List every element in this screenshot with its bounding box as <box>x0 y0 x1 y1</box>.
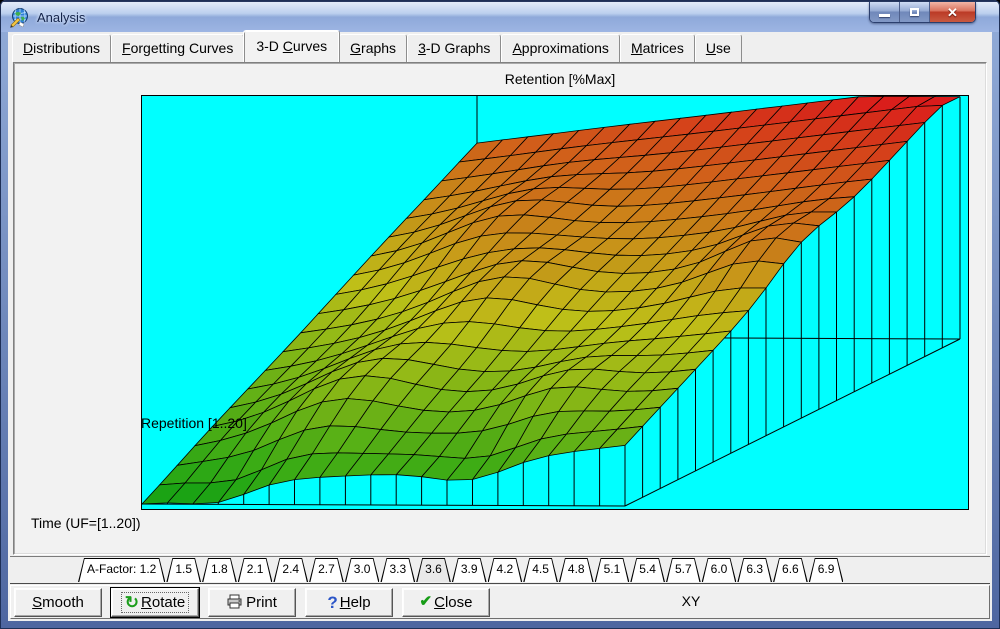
smooth-button[interactable]: Smooth <box>14 588 102 617</box>
button-row: Smooth ↻Rotate Print ?Help ✔Close <box>14 588 490 617</box>
y-axis-label: Repetition [1..20] <box>141 415 962 431</box>
afactor-tab-4.8[interactable]: 4.8 <box>559 558 594 582</box>
tab-matrices[interactable]: Matrices <box>620 34 695 62</box>
afactor-tab-1.2[interactable]: A-Factor: 1.2 <box>78 558 165 582</box>
afactor-tab-2.4[interactable]: 2.4 <box>273 558 308 582</box>
tab-bar: DistributionsForgetting Curves3-D Curves… <box>10 34 990 62</box>
supermemo-globe-icon <box>9 7 31 29</box>
afactor-tab-2.1[interactable]: 2.1 <box>238 558 273 582</box>
client-area: DistributionsForgetting Curves3-D Curves… <box>8 32 992 621</box>
close-button[interactable]: ✕ <box>930 2 975 22</box>
afactor-tab-3.9[interactable]: 3.9 <box>452 558 487 582</box>
surface-3d-chart <box>142 96 968 509</box>
window-title: Analysis <box>37 10 85 25</box>
afactor-tab-3.0[interactable]: 3.0 <box>345 558 380 582</box>
afactor-tab-strip: A-Factor: 1.21.51.82.12.42.73.03.33.63.9… <box>10 556 990 584</box>
check-icon: ✔ <box>420 594 433 611</box>
afactor-tab-5.1[interactable]: 5.1 <box>595 558 630 582</box>
retention-surface-plot <box>141 95 969 510</box>
maximize-icon <box>910 8 919 16</box>
maximize-button[interactable] <box>900 2 930 22</box>
question-icon: ? <box>327 594 337 611</box>
close-button[interactable]: ✔Close <box>402 588 490 617</box>
afactor-tab-1.5[interactable]: 1.5 <box>166 558 201 582</box>
minimize-icon <box>879 14 890 17</box>
afactor-tab-6.3[interactable]: 6.3 <box>737 558 772 582</box>
rotate-icon: ↻ <box>125 594 139 611</box>
afactor-tab-3.6[interactable]: 3.6 <box>416 558 451 582</box>
analysis-window: Analysis ✕ DistributionsForgetting Curve… <box>0 0 1000 629</box>
x-axis-label: Time (UF=[1..20]) <box>31 515 141 531</box>
tab-distributions[interactable]: Distributions <box>12 34 111 62</box>
chart-title: Retention [%Max] <box>147 71 973 87</box>
tab-3-d-graphs[interactable]: 3-D Graphs <box>407 34 501 62</box>
bottom-toolbar: Smooth ↻Rotate Print ?Help ✔Close XY <box>10 585 990 619</box>
afactor-tab-4.5[interactable]: 4.5 <box>523 558 558 582</box>
afactor-tab-1.8[interactable]: 1.8 <box>202 558 237 582</box>
afactor-tab-2.7[interactable]: 2.7 <box>309 558 344 582</box>
afactor-tab-4.2[interactable]: 4.2 <box>488 558 523 582</box>
printer-icon <box>227 594 244 609</box>
afactor-tab-6.6[interactable]: 6.6 <box>773 558 808 582</box>
afactor-tab-6.9[interactable]: 6.9 <box>809 558 844 582</box>
afactor-tab-6.0[interactable]: 6.0 <box>702 558 737 582</box>
tab-forgetting-curves[interactable]: Forgetting Curves <box>111 34 244 62</box>
afactor-tab-5.4[interactable]: 5.4 <box>630 558 665 582</box>
print-button[interactable]: Print <box>208 588 296 617</box>
tab-graphs[interactable]: Graphs <box>339 34 407 62</box>
help-button[interactable]: ?Help <box>305 588 393 617</box>
minimize-button[interactable] <box>870 2 900 22</box>
tab-use[interactable]: Use <box>695 34 742 62</box>
status-mode: XY <box>571 593 811 609</box>
afactor-tab-5.7[interactable]: 5.7 <box>666 558 701 582</box>
rotate-button[interactable]: ↻Rotate <box>111 588 199 617</box>
tab-3-d-curves[interactable]: 3-D Curves <box>243 30 340 62</box>
afactor-tabs: A-Factor: 1.21.51.82.12.42.73.03.33.63.9… <box>78 558 844 582</box>
chart-panel: Retention [%Max] Repetition [1..20] Time… <box>13 62 987 555</box>
window-controls: ✕ <box>869 2 976 23</box>
title-bar[interactable]: Analysis ✕ <box>1 1 999 32</box>
tab-approximations[interactable]: Approximations <box>501 34 620 62</box>
afactor-tab-3.3[interactable]: 3.3 <box>380 558 415 582</box>
close-icon: ✕ <box>947 6 958 19</box>
